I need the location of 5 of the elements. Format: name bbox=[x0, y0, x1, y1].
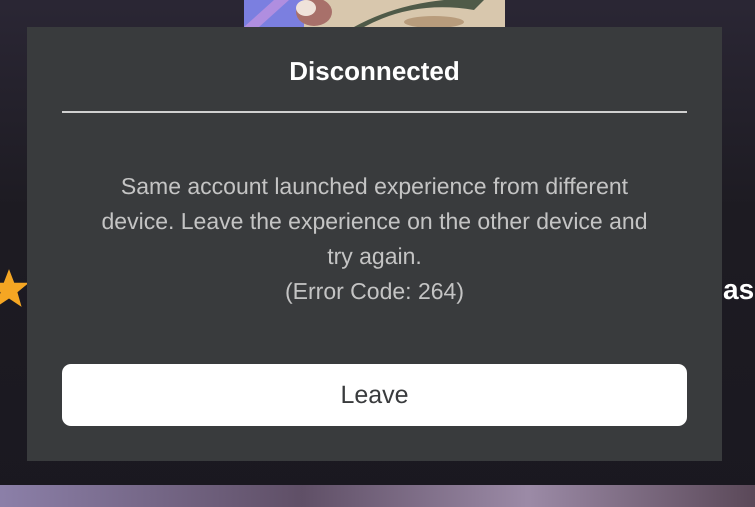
error-message: Same account launched experience from different device. Leave the experience on the other device and try again. bbox=[100, 172, 648, 271]
leave-button[interactable]: Leave bbox=[62, 364, 687, 426]
title-text: as bbox=[723, 276, 754, 304]
dialog-title: Disconnected bbox=[289, 55, 460, 87]
error-code: (Error Code: 264) bbox=[284, 277, 465, 306]
